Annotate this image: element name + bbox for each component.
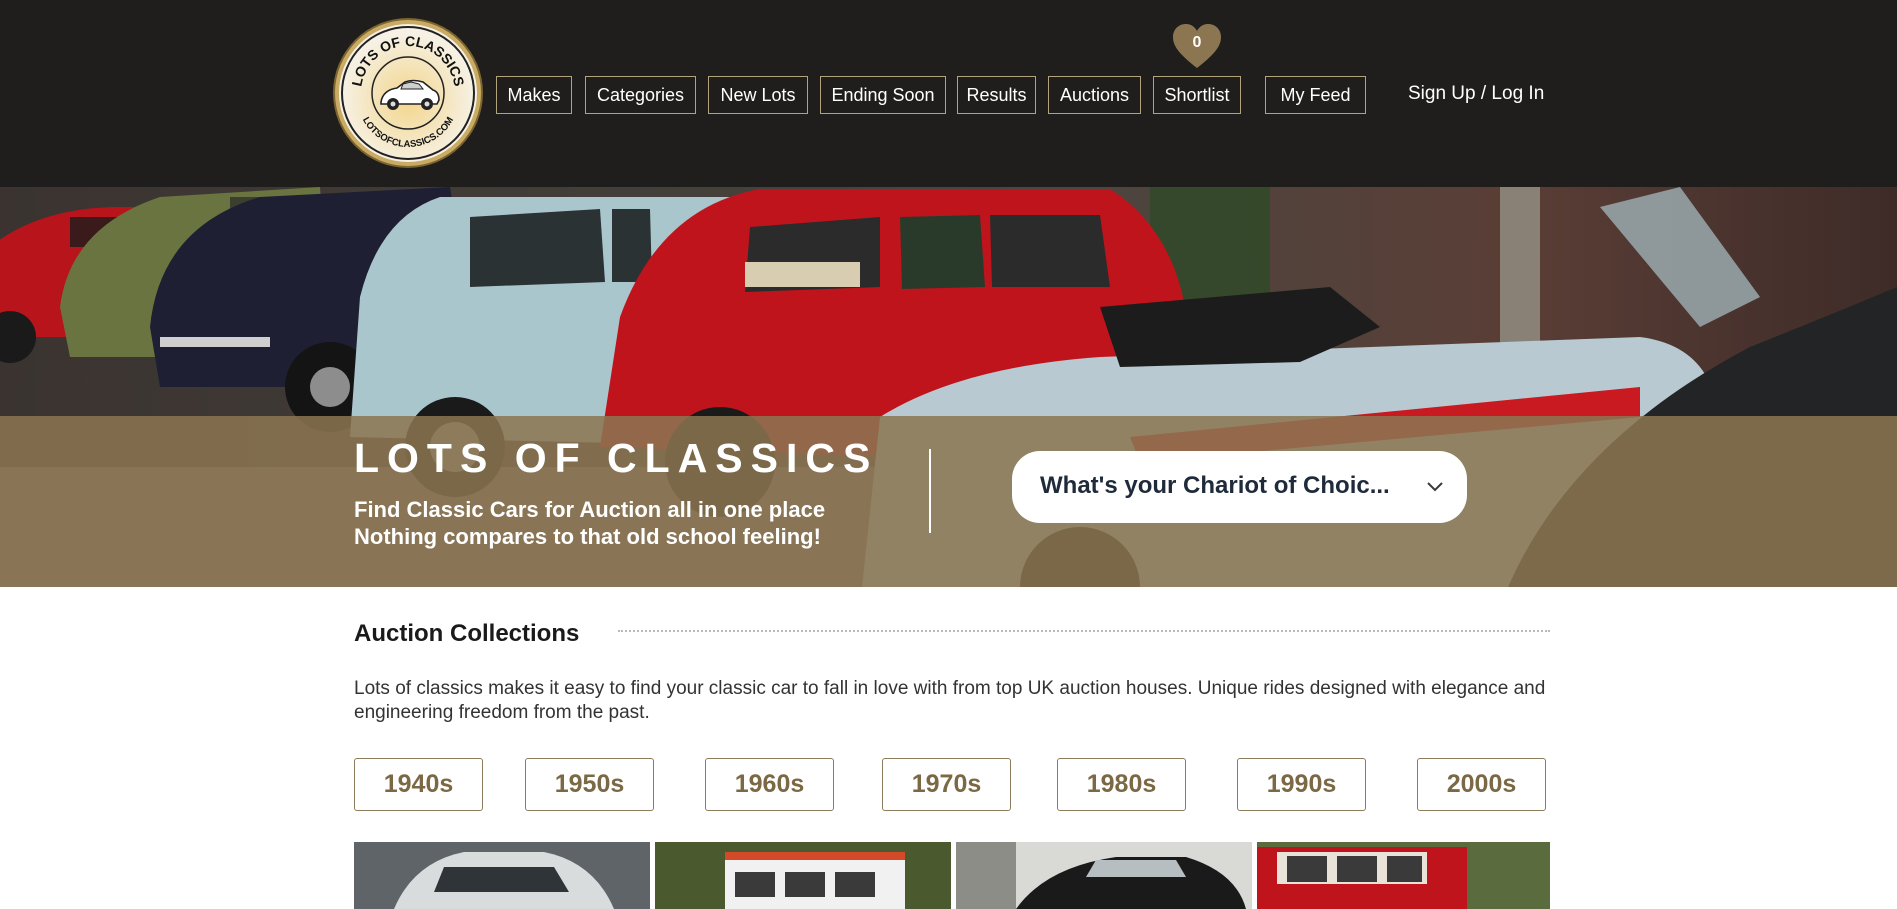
decade-button-1980s[interactable]: 1980s xyxy=(1057,758,1186,811)
collection-thumbnail[interactable] xyxy=(354,842,650,909)
collection-thumbnail[interactable] xyxy=(956,842,1252,909)
nav-shortlist[interactable]: Shortlist xyxy=(1153,76,1241,114)
red-mini-image xyxy=(1257,842,1550,909)
vintage-car-icon: LOTS OF CLASSICS LOTSOFCLASSICS.COM xyxy=(341,26,475,160)
site-logo[interactable]: LOTS OF CLASSICS LOTSOFCLASSICS.COM xyxy=(339,24,477,162)
nav-results[interactable]: Results xyxy=(957,76,1036,114)
chariot-dropdown[interactable]: What's your Chariot of Choic... xyxy=(1012,451,1467,523)
hero-banner: LOTS OF CLASSICS Find Classic Cars for A… xyxy=(0,187,1897,587)
hero-overlay-band xyxy=(0,416,1897,587)
nav-my-feed[interactable]: My Feed xyxy=(1265,76,1366,114)
site-header: LOTS OF CLASSICS LOTSOFCLASSICS.COM Make… xyxy=(0,0,1897,187)
collection-thumbnail[interactable] xyxy=(655,842,951,909)
nav-ending-soon[interactable]: Ending Soon xyxy=(820,76,946,114)
shortlist-heart-icon[interactable]: 0 xyxy=(1173,24,1221,70)
white-van-image xyxy=(655,842,951,909)
hero-title: LOTS OF CLASSICS xyxy=(354,435,879,481)
hero-divider xyxy=(929,449,931,533)
hero-subtitle-line-2: Nothing compares to that old school feel… xyxy=(354,524,821,549)
signup-login-link[interactable]: Sign Up / Log In xyxy=(1408,83,1544,105)
collection-thumbnail[interactable] xyxy=(1257,842,1550,909)
auction-collections-description: Lots of classics makes it easy to find y… xyxy=(354,678,1546,723)
decade-button-1960s[interactable]: 1960s xyxy=(705,758,834,811)
decade-button-1990s[interactable]: 1990s xyxy=(1237,758,1366,811)
auction-collections-title: Auction Collections xyxy=(354,620,580,647)
shortlist-count: 0 xyxy=(1192,34,1202,51)
decade-button-1970s[interactable]: 1970s xyxy=(882,758,1011,811)
hero-subtitle-line-1: Find Classic Cars for Auction all in one… xyxy=(354,497,826,522)
section-divider xyxy=(618,630,1550,632)
nav-new-lots[interactable]: New Lots xyxy=(708,76,808,114)
nav-categories[interactable]: Categories xyxy=(585,76,696,114)
nav-makes[interactable]: Makes xyxy=(496,76,572,114)
chevron-down-icon xyxy=(1427,482,1443,492)
decade-button-1950s[interactable]: 1950s xyxy=(525,758,654,811)
decade-button-1940s[interactable]: 1940s xyxy=(354,758,483,811)
black-convertible-image xyxy=(956,842,1252,909)
decade-button-2000s[interactable]: 2000s xyxy=(1417,758,1546,811)
hero-subtitle: Find Classic Cars for Auction all in one… xyxy=(354,496,874,550)
silver-car-image xyxy=(354,842,650,909)
nav-auctions[interactable]: Auctions xyxy=(1048,76,1141,114)
chariot-dropdown-value: What's your Chariot of Choic... xyxy=(1040,472,1390,499)
